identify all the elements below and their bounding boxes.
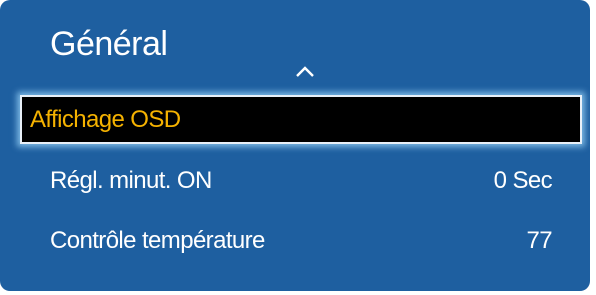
menu-title: Général [50, 25, 168, 63]
menu-item-controle-temperature[interactable]: Contrôle température 77 [22, 217, 582, 265]
menu-item-label: Affichage OSD [30, 105, 181, 133]
menu-item-regl-minut-on[interactable]: Régl. minut. ON 0 Sec [22, 157, 582, 205]
menu-item-value: 0 Sec [493, 167, 553, 194]
osd-menu-panel: Général Affichage OSD Régl. minut. ON 0 … [0, 0, 590, 291]
menu-item-label: Contrôle température [50, 227, 265, 254]
chevron-up-icon[interactable] [293, 64, 317, 80]
menu-item-value: 77 [526, 227, 553, 254]
menu-item-affichage-osd[interactable]: Affichage OSD [20, 95, 582, 144]
menu-item-label: Régl. minut. ON [50, 167, 212, 194]
